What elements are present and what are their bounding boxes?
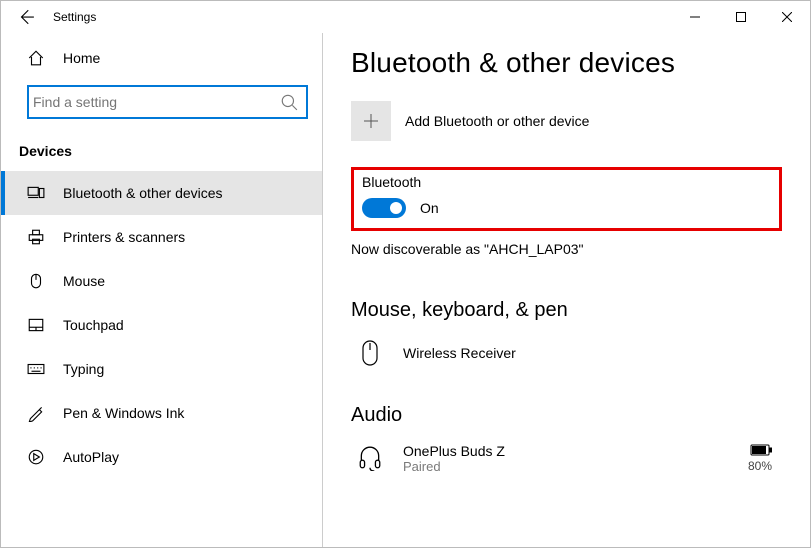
mouse-icon [353,336,387,370]
device-name: Wireless Receiver [403,345,516,361]
category-heading: Devices [1,137,322,171]
device-wireless-receiver[interactable]: Wireless Receiver [351,336,782,370]
sidebar-item-autoplay[interactable]: AutoPlay [1,435,322,479]
sidebar-item-mouse[interactable]: Mouse [1,259,322,303]
sidebar-item-label: Touchpad [63,317,124,333]
device-name: OnePlus Buds Z [403,443,505,459]
search-input[interactable] [33,94,280,110]
add-device-label: Add Bluetooth or other device [405,113,589,129]
page-title: Bluetooth & other devices [351,47,782,79]
sidebar-item-label: Typing [63,361,104,377]
search-icon [280,93,298,111]
sidebar-item-label: Pen & Windows Ink [63,405,184,421]
touchpad-icon [27,316,45,334]
sidebar-item-bluetooth[interactable]: Bluetooth & other devices [1,171,322,215]
home-icon [27,49,45,67]
discoverable-text: Now discoverable as "AHCH_LAP03" [351,241,782,257]
bluetooth-state: On [420,200,439,216]
bluetooth-heading: Bluetooth [362,174,769,190]
battery-icon [750,443,772,459]
titlebar: Settings [1,1,810,33]
window-title: Settings [53,10,96,24]
sidebar-item-printers[interactable]: Printers & scanners [1,215,322,259]
mouse-icon [27,272,45,290]
back-icon[interactable] [17,8,35,26]
printer-icon [27,228,45,246]
keyboard-icon [27,360,45,378]
home-link[interactable]: Home [1,39,322,77]
sidebar: Home Devices Bluetooth & other devices P… [1,33,323,547]
device-status: Paired [403,459,505,474]
sidebar-item-label: Mouse [63,273,105,289]
section-audio: Audio [351,404,782,427]
bluetooth-toggle[interactable] [362,198,406,218]
maximize-button[interactable] [718,1,764,33]
section-mkp: Mouse, keyboard, & pen [351,299,782,322]
window-controls [672,1,810,33]
battery-percent: 80% [748,459,772,473]
toggle-knob [390,202,402,214]
autoplay-icon [27,448,45,466]
close-button[interactable] [764,1,810,33]
sidebar-item-label: Printers & scanners [63,229,185,245]
search-box[interactable] [27,85,308,119]
sidebar-item-touchpad[interactable]: Touchpad [1,303,322,347]
plus-icon [351,101,391,141]
main-content: Bluetooth & other devices Add Bluetooth … [323,33,810,547]
bluetooth-highlight: Bluetooth On [351,167,782,231]
minimize-button[interactable] [672,1,718,33]
pen-icon [27,404,45,422]
headphones-icon [353,441,387,475]
home-label: Home [63,50,100,66]
sidebar-item-label: AutoPlay [63,449,119,465]
sidebar-item-label: Bluetooth & other devices [63,185,223,201]
sidebar-item-typing[interactable]: Typing [1,347,322,391]
devices-icon [27,184,45,202]
sidebar-item-pen[interactable]: Pen & Windows Ink [1,391,322,435]
add-device-button[interactable]: Add Bluetooth or other device [351,101,782,141]
device-oneplus-buds[interactable]: OnePlus Buds Z Paired 80% [351,441,782,475]
